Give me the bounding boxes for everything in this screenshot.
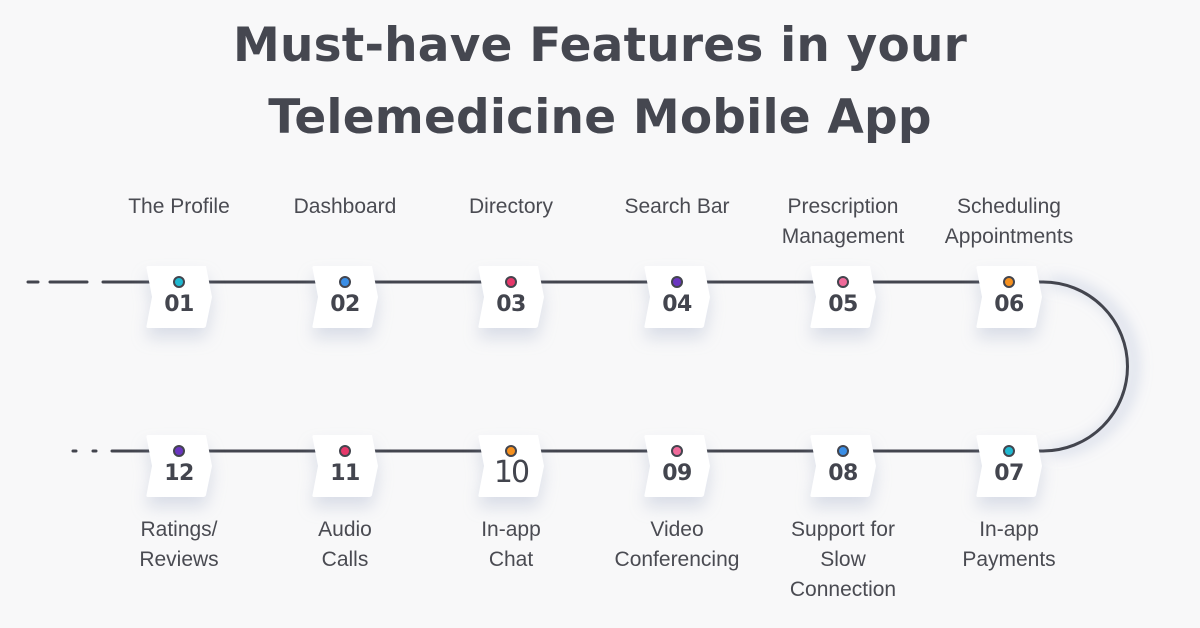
feature-step-04: 04 bbox=[644, 266, 710, 328]
feature-step-01: 01 bbox=[146, 266, 212, 328]
feature-step-11: 11 bbox=[312, 435, 378, 497]
feature-step-06: 06 bbox=[976, 266, 1042, 328]
feature-step-02: 02 bbox=[312, 266, 378, 328]
step-marker-dot-icon bbox=[1003, 445, 1015, 457]
step-number: 07 bbox=[994, 461, 1024, 486]
step-marker-dot-icon bbox=[671, 445, 683, 457]
step-number: 10 bbox=[493, 455, 530, 490]
step-marker-dot-icon bbox=[173, 445, 185, 457]
step-number: 09 bbox=[662, 461, 692, 486]
feature-label: Video Conferencing bbox=[614, 518, 740, 571]
feature-label: In-app Chat bbox=[481, 518, 541, 571]
feature-step-10: 10 bbox=[478, 435, 544, 497]
feature-label: Directory bbox=[468, 195, 553, 218]
feature-label: The Profile bbox=[128, 195, 230, 218]
feature-step-05: 05 bbox=[810, 266, 876, 328]
step-marker-dot-icon bbox=[1003, 276, 1015, 288]
feature-label: Audio Calls bbox=[318, 518, 372, 571]
feature-step-03: 03 bbox=[478, 266, 544, 328]
feature-label: Dashboard bbox=[293, 195, 397, 218]
step-marker-dot-icon bbox=[339, 276, 351, 288]
arc-shadow bbox=[1048, 277, 1139, 456]
feature-step-07: 07 bbox=[976, 435, 1042, 497]
feature-step-12: 12 bbox=[146, 435, 212, 497]
step-number: 03 bbox=[496, 292, 526, 317]
feature-step-08: 08 bbox=[810, 435, 876, 497]
step-number: 04 bbox=[662, 292, 692, 317]
step-marker-dot-icon bbox=[837, 445, 849, 457]
step-marker-dot-icon bbox=[671, 276, 683, 288]
feature-label: Prescription Management bbox=[781, 195, 905, 248]
step-number: 06 bbox=[994, 292, 1024, 317]
step-marker-dot-icon bbox=[173, 276, 185, 288]
feature-label: Search Bar bbox=[624, 195, 730, 218]
feature-label: In-app Payments bbox=[962, 518, 1056, 571]
feature-label: Ratings/ Reviews bbox=[139, 518, 219, 571]
step-number: 11 bbox=[330, 461, 360, 486]
feature-label: Scheduling Appointments bbox=[944, 195, 1074, 248]
feature-label: Support for Slow Connection bbox=[789, 518, 897, 601]
step-number: 12 bbox=[164, 461, 194, 486]
step-number: 08 bbox=[828, 461, 858, 486]
step-marker-dot-icon bbox=[505, 276, 517, 288]
step-number: 01 bbox=[164, 292, 194, 317]
step-marker-dot-icon bbox=[837, 276, 849, 288]
step-number: 05 bbox=[828, 292, 858, 317]
feature-step-09: 09 bbox=[644, 435, 710, 497]
step-marker-dot-icon bbox=[339, 445, 351, 457]
step-number: 02 bbox=[330, 292, 360, 317]
